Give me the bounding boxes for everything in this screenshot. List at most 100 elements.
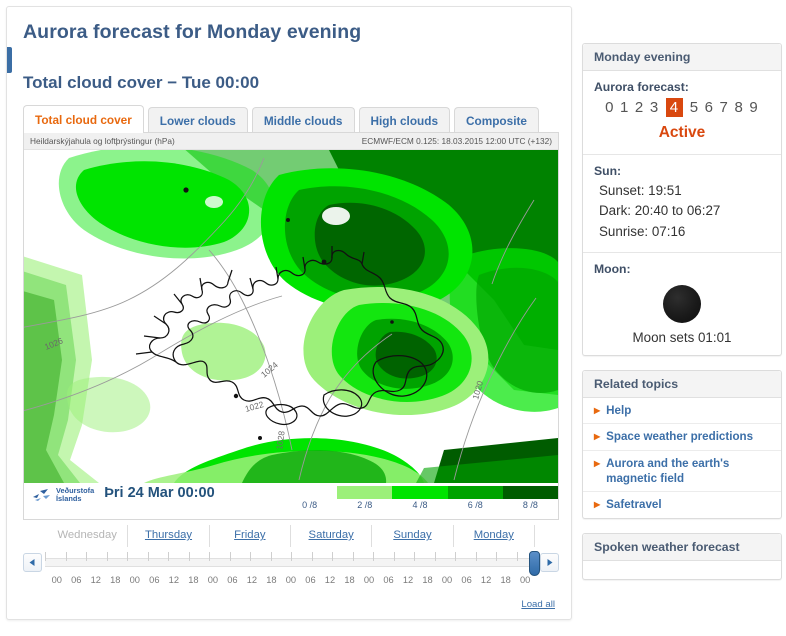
timeline-hour: 12 [168, 575, 180, 585]
time-slider: Wednesday Thursday Friday Saturday Sunda… [23, 525, 559, 597]
legend-swatch-2 [392, 486, 448, 499]
timeline-prev-button[interactable] [23, 552, 42, 572]
timeline-hour: 18 [188, 575, 199, 585]
timeline-hour: 12 [402, 575, 414, 585]
sunrise-time: Sunrise: 07:16 [599, 223, 686, 239]
related-link-label: Safetravel [606, 498, 662, 512]
timeline-day-thursday[interactable]: Thursday [128, 525, 210, 547]
bullet-triangle-icon: ▶ [594, 432, 601, 442]
cloud-cover-legend: 0 /8 2 /8 4 /8 6 /8 8 /8 [282, 483, 558, 519]
timeline-hour: 18 [500, 575, 511, 585]
vedurstofa-logo: Veðurstofa Íslands [32, 486, 94, 504]
related-link-safetravel[interactable]: ▶ Safetravel [583, 492, 781, 517]
timeline-slider-handle[interactable] [529, 550, 540, 576]
legend-tick-1: 2 /8 [357, 500, 373, 510]
moon-phase-icon [663, 285, 701, 324]
timeline-hour: 12 [480, 575, 492, 585]
timeline-hour: 06 [227, 575, 238, 585]
timeline-day-labels: Wednesday Thursday Friday Saturday Sunda… [47, 525, 535, 547]
related-link-label: Aurora and the earth's magnetic field [606, 456, 730, 486]
moon-section: Moon: Moon sets 01:01 [583, 253, 781, 355]
bullet-triangle-icon: ▶ [594, 458, 601, 468]
legend-color-bars [282, 486, 558, 499]
sun-section: Sun: Sunset: 19:51 Dark: 20:40 to 06:27 … [583, 155, 781, 254]
timeline-track-row [23, 549, 559, 576]
timeline-hour: 06 [71, 575, 82, 585]
aurora-forecast-label: Aurora forecast: [594, 80, 689, 94]
timeline-day-saturday[interactable]: Saturday [291, 525, 373, 547]
tab-total-cloud-cover[interactable]: Total cloud cover [23, 105, 144, 133]
related-link-label: Help [606, 404, 632, 418]
tab-composite[interactable]: Composite [454, 107, 539, 133]
main-content-column: Aurora forecast for Monday evening Total… [6, 6, 572, 620]
timeline-hour: 06 [149, 575, 160, 585]
timeline-day-friday[interactable]: Friday [210, 525, 291, 547]
kp-index-scale: 0 1 2 3 4 5 6 7 8 9 [594, 98, 770, 117]
dark-period: Dark: 20:40 to 06:27 [599, 203, 721, 219]
timeline-hour: 06 [461, 575, 472, 585]
timeline-hour: 00 [51, 575, 62, 585]
kp-value-7: 7 [719, 99, 730, 116]
timeline-hour-labels: 00 06 12 18 00 06 12 18 00 06 12 18 00 0… [47, 575, 535, 589]
map-canvas[interactable]: 1026 1028 1024 1022 1020 [24, 150, 558, 483]
map-valid-time: Þri 24 Mar 00:00 [104, 485, 215, 501]
moon-phase-display: Moon sets 01:01 [594, 279, 770, 345]
moon-label: Moon: [594, 262, 631, 277]
legend-tick-4: 8 /8 [522, 500, 538, 510]
legend-swatch-0 [282, 486, 338, 499]
arrow-right-icon [547, 558, 553, 566]
legend-swatch-3 [447, 486, 503, 499]
timeline-hour: 18 [110, 575, 121, 585]
kp-value-8: 8 [734, 99, 744, 116]
timeline-hour: 06 [305, 575, 316, 585]
bullet-triangle-icon: ▶ [594, 500, 601, 510]
timeline-hour: 00 [129, 575, 140, 585]
timeline-tick-marks [45, 551, 537, 561]
kp-value-5: 5 [689, 99, 700, 116]
timeline-hour: 00 [363, 575, 375, 585]
timeline-hour: 12 [324, 575, 336, 585]
kp-value-9: 9 [749, 99, 759, 116]
timeline-day-sunday[interactable]: Sunday [372, 525, 454, 547]
legend-swatch-1 [337, 486, 393, 499]
related-link-help[interactable]: ▶ Help [583, 398, 781, 425]
timeline-next-button[interactable] [540, 552, 559, 572]
sun-label: Sun: [594, 164, 622, 178]
related-link-space-weather-predictions[interactable]: ▶ Space weather predictions [583, 424, 781, 451]
timeline-track[interactable] [45, 550, 540, 576]
sidebar: Monday evening Aurora forecast: 0 1 2 3 … [582, 43, 782, 594]
tab-middle-clouds[interactable]: Middle clouds [251, 107, 355, 133]
aurora-forecast-panel: Monday evening Aurora forecast: 0 1 2 3 … [582, 43, 782, 357]
aurora-activity-status: Active [658, 124, 706, 141]
page-title: Aurora forecast for Monday evening [23, 21, 362, 43]
page-root: Aurora forecast for Monday evening Total… [0, 0, 786, 636]
aurora-forecast-section: Aurora forecast: 0 1 2 3 4 5 6 7 8 9 Act… [583, 71, 781, 155]
spoken-weather-forecast-panel: Spoken weather forecast [582, 532, 782, 580]
spoken-forecast-title: Spoken weather forecast [583, 533, 781, 561]
kp-value-0: 0 [605, 99, 615, 116]
tab-high-clouds[interactable]: High clouds [358, 107, 451, 133]
related-link-label: Space weather predictions [606, 430, 754, 444]
left-edge-accent [7, 47, 12, 73]
timeline-hour: 00 [441, 575, 453, 585]
moon-set-time: Moon sets 01:01 [632, 330, 732, 346]
tab-lower-clouds[interactable]: Lower clouds [147, 107, 248, 133]
section-title: Total cloud cover − Tue 00:00 [23, 73, 260, 92]
related-link-aurora-magnetic-field[interactable]: ▶ Aurora and the earth's magnetic field [583, 451, 781, 493]
timeline-hour: 00 [207, 575, 219, 585]
aurora-panel-title: Monday evening [583, 44, 781, 71]
kp-value-2: 2 [634, 99, 645, 116]
kp-value-selected: 4 [665, 98, 684, 117]
legend-tick-labels: 0 /8 2 /8 4 /8 6 /8 8 /8 [282, 500, 558, 514]
timeline-day-wednesday: Wednesday [47, 525, 129, 547]
legend-tick-3: 6 /8 [467, 500, 483, 510]
sunset-time: Sunset: 19:51 [599, 183, 682, 198]
legend-tick-2: 4 /8 [412, 500, 428, 510]
legend-swatch-4 [502, 486, 558, 499]
timeline-hour: 18 [266, 575, 277, 585]
cloud-layer-tabs: Total cloud cover Lower clouds Middle cl… [23, 104, 559, 133]
load-all-link[interactable]: Load all [521, 599, 555, 610]
timeline-day-monday[interactable]: Monday [454, 525, 535, 547]
related-topics-title: Related topics [583, 371, 781, 399]
timeline-hour: 12 [246, 575, 258, 585]
